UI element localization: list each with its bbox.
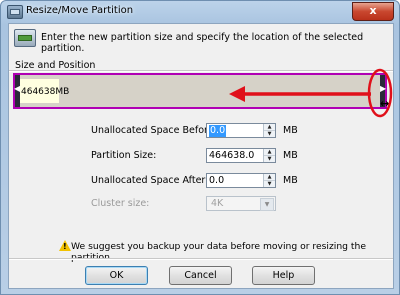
disk-partition-icon xyxy=(14,29,36,47)
group-divider xyxy=(9,70,393,72)
left-arrow-icon: ◀ xyxy=(14,84,21,93)
cancel-button[interactable]: Cancel xyxy=(169,266,232,285)
unallocated-after-spinner[interactable]: ▲ ▼ xyxy=(263,174,275,187)
app-icon xyxy=(7,5,23,19)
ok-button-label: OK xyxy=(109,270,124,281)
help-button[interactable]: Help xyxy=(252,266,315,285)
unallocated-after-unit: MB xyxy=(283,175,298,186)
partition-size-input[interactable]: 464638.0 ▲ ▼ xyxy=(206,148,276,163)
unallocated-after-input[interactable]: 0.0 ▲ ▼ xyxy=(206,173,276,188)
partition-size-spinner[interactable]: ▲ ▼ xyxy=(263,149,275,162)
unallocated-before-unit: MB xyxy=(283,125,298,136)
resize-move-dialog: Resize/Move Partition x Enter the new pa… xyxy=(0,0,400,295)
unallocated-before-spinner[interactable]: ▲ ▼ xyxy=(263,124,275,137)
partition-size-label-field: Partition Size: xyxy=(91,150,157,161)
partition-size-value: 464638.0 xyxy=(209,150,255,161)
right-arrow-icon: ▶ xyxy=(380,84,387,93)
unallocated-before-input[interactable]: 0.0 ▲ ▼ xyxy=(206,123,276,138)
spin-down-icon[interactable]: ▼ xyxy=(264,156,275,162)
cluster-size-label: Cluster size: xyxy=(91,198,150,209)
button-divider xyxy=(9,258,393,260)
spin-up-icon[interactable]: ▲ xyxy=(264,174,275,181)
cluster-size-select[interactable]: 4K ▼ xyxy=(206,196,276,211)
partition-map-bar[interactable]: 464638MB ◀ ▶ ↔ xyxy=(13,73,390,110)
cluster-size-value: 4K xyxy=(211,198,224,209)
partition-size-unit: MB xyxy=(283,150,298,161)
dialog-body: Enter the new partition size and specify… xyxy=(8,23,394,289)
help-button-label: Help xyxy=(272,270,295,281)
warning-icon-mark: ! xyxy=(63,242,67,251)
instruction-text: Enter the new partition size and specify… xyxy=(41,32,364,54)
unallocated-before-label: Unallocated Space Before: xyxy=(91,125,217,136)
spin-up-icon[interactable]: ▲ xyxy=(264,124,275,131)
resize-cursor-icon: ↔ xyxy=(380,97,390,110)
spin-down-icon[interactable]: ▼ xyxy=(264,131,275,137)
cancel-button-label: Cancel xyxy=(184,270,217,281)
chevron-down-icon[interactable]: ▼ xyxy=(260,198,274,211)
spin-down-icon[interactable]: ▼ xyxy=(264,181,275,187)
partition-size-label: 464638MB xyxy=(21,87,70,97)
partition-left-handle[interactable]: ◀ xyxy=(14,75,21,107)
spin-up-icon[interactable]: ▲ xyxy=(264,149,275,156)
unallocated-before-value: 0.0 xyxy=(209,125,227,137)
unallocated-after-value: 0.0 xyxy=(209,175,225,186)
unallocated-after-label: Unallocated Space After: xyxy=(91,175,209,186)
ok-button[interactable]: OK xyxy=(85,266,148,285)
title-bar[interactable]: Resize/Move Partition x xyxy=(1,1,399,23)
close-button[interactable]: x xyxy=(352,2,394,21)
window-title: Resize/Move Partition xyxy=(26,5,134,16)
close-icon: x xyxy=(369,4,377,17)
